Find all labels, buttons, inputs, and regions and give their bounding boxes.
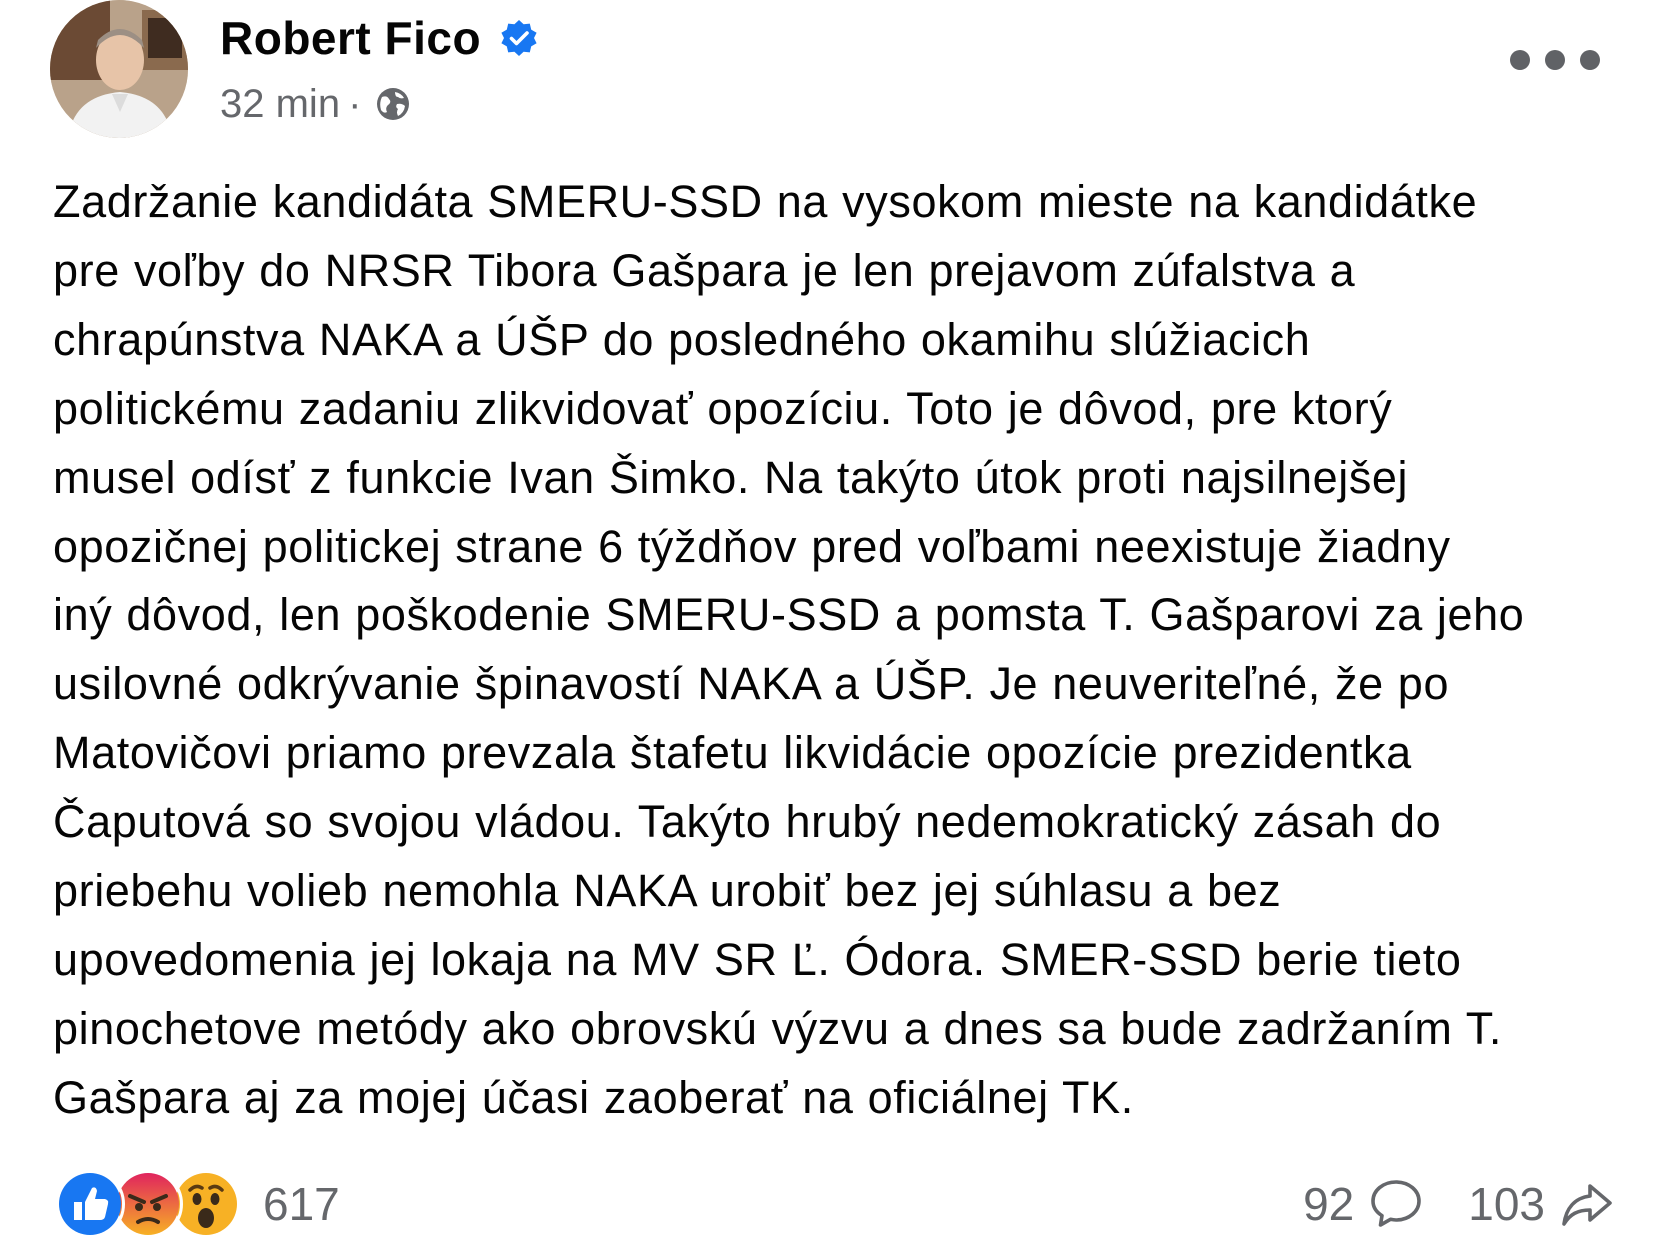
post-timestamp[interactable]: 32 min [220, 82, 340, 127]
globe-icon[interactable] [373, 84, 413, 124]
share-count: 103 [1468, 1178, 1545, 1230]
more-dot [1545, 50, 1565, 70]
share-icon [1562, 1184, 1612, 1226]
profile-photo [50, 0, 188, 138]
author-name[interactable]: Robert Fico [220, 11, 481, 65]
post-footer: 617 92 103 [55, 1168, 1675, 1240]
more-options-icon[interactable] [1510, 40, 1600, 80]
meta-separator: · [348, 81, 362, 126]
post-meta: 32 min · [220, 76, 413, 132]
author-avatar[interactable] [50, 0, 188, 138]
post-text: Zadržanie kandidáta SMERU-SSD na vysokom… [53, 176, 1525, 1123]
post-header: Robert Fico 32 min · [50, 0, 1650, 140]
more-dot [1580, 50, 1600, 70]
comment-count: 92 [1303, 1178, 1355, 1230]
reactions-summary[interactable]: 617 [55, 1168, 340, 1240]
comment-icon [1371, 1180, 1422, 1227]
post-stats: 92 103 [1303, 1168, 1615, 1240]
facebook-post: Robert Fico 32 min · Zadržanie kandidáta… [0, 0, 1680, 1260]
comments-stat[interactable]: 92 [1303, 1176, 1424, 1232]
reaction-count[interactable]: 617 [263, 1177, 340, 1231]
more-dot [1510, 50, 1530, 70]
like-icon [55, 1169, 125, 1239]
author-row: Robert Fico [220, 10, 539, 66]
verified-badge-icon [501, 20, 537, 56]
shares-stat[interactable]: 103 [1468, 1176, 1615, 1232]
